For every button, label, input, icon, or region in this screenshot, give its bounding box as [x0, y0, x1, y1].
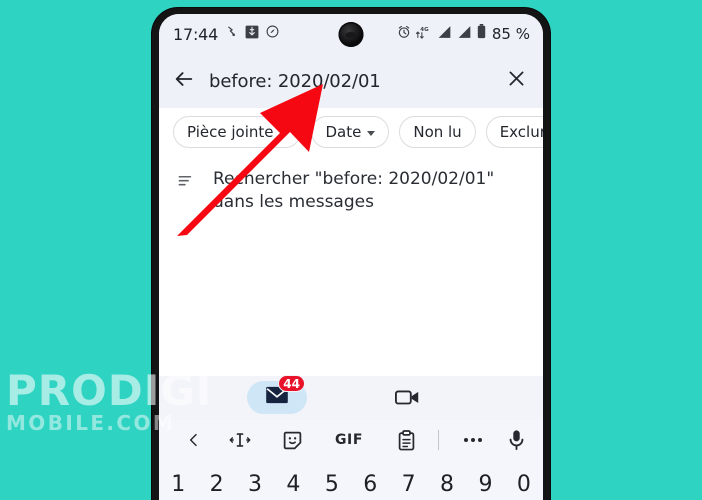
text-cursor-icon[interactable]	[216, 431, 264, 449]
toolbar-separator	[438, 430, 439, 450]
sticker-icon[interactable]	[264, 430, 320, 451]
chip-piece-jointe[interactable]: Pièce jointe	[173, 116, 302, 148]
video-camera-icon[interactable]	[395, 387, 421, 412]
key-2[interactable]: 2	[197, 472, 235, 497]
phone-frame: 17:44 4G 85 % before: 2020/02/01 Pièce j…	[152, 8, 550, 500]
key-4[interactable]: 4	[274, 472, 312, 497]
filter-chip-row[interactable]: Pièce jointe Date Non lu Exclur	[159, 108, 543, 156]
close-icon[interactable]	[506, 68, 527, 94]
back-arrow-icon[interactable]	[173, 68, 195, 95]
key-5[interactable]: 5	[313, 472, 351, 497]
mail-unread-badge: 44	[278, 375, 305, 392]
chip-label: Non lu	[413, 123, 462, 141]
search-suggestion-icon	[177, 172, 196, 196]
key-9[interactable]: 9	[466, 472, 504, 497]
search-input[interactable]: before: 2020/02/01	[209, 71, 492, 92]
key-8[interactable]: 8	[428, 472, 466, 497]
usb-icon	[245, 25, 259, 44]
chip-label: Exclur	[499, 123, 543, 141]
svg-text:4G: 4G	[420, 26, 429, 32]
key-1[interactable]: 1	[159, 472, 197, 497]
chip-non-lu[interactable]: Non lu	[399, 116, 476, 148]
chip-date[interactable]: Date	[311, 116, 390, 148]
status-bar-right: 4G 85 %	[397, 24, 530, 44]
chip-exclure[interactable]: Exclur	[485, 116, 543, 148]
do-not-disturb-icon	[266, 25, 279, 43]
key-0[interactable]: 0	[505, 472, 543, 497]
search-suggestion-row[interactable]: Rechercher "before: 2020/02/01" dans les…	[159, 156, 543, 214]
phone-screen: 17:44 4G 85 % before: 2020/02/01 Pièce j…	[159, 14, 543, 500]
key-6[interactable]: 6	[351, 472, 389, 497]
key-3[interactable]: 3	[236, 472, 274, 497]
signal-icon	[437, 25, 452, 44]
microphone-icon[interactable]	[503, 429, 530, 451]
keyboard-toolbar[interactable]: GIF	[159, 420, 543, 460]
status-time: 17:44	[173, 24, 219, 44]
4g-data-icon: 4G	[415, 25, 432, 44]
search-bar: before: 2020/02/01	[159, 54, 543, 108]
key-7[interactable]: 7	[389, 472, 427, 497]
chip-label: Pièce jointe	[187, 123, 274, 141]
signal-icon-2	[457, 25, 472, 44]
status-bar: 17:44 4G 85 %	[159, 14, 543, 54]
chevron-down-icon	[279, 130, 288, 136]
status-bar-left: 17:44	[173, 25, 279, 44]
chip-label: Date	[325, 123, 362, 141]
search-suggestion-text: Rechercher "before: 2020/02/01" dans les…	[213, 169, 495, 212]
battery-percentage: 85 %	[491, 25, 530, 43]
mail-suggestion-chip[interactable]: 44	[247, 375, 307, 414]
keyboard: 44 GIF 1 2 3 4 5 6 7 8 9 0	[159, 375, 543, 500]
chevron-left-icon[interactable]	[172, 432, 216, 448]
front-camera-punch-hole	[338, 22, 364, 47]
chevron-down-icon	[367, 130, 376, 136]
keyboard-suggestion-strip: 44	[159, 375, 543, 420]
gif-button[interactable]: GIF	[320, 432, 378, 448]
screenshot-stage: PRODIGI MOBILE.COM 17:44 4G 85 % before:…	[0, 0, 702, 500]
alarm-icon	[397, 25, 411, 44]
keyboard-number-row[interactable]: 1 2 3 4 5 6 7 8 9 0	[159, 460, 543, 500]
battery-icon	[477, 24, 486, 44]
clipboard-icon[interactable]	[378, 429, 434, 451]
vibrate-icon	[225, 25, 238, 43]
more-options-icon[interactable]	[443, 438, 503, 442]
